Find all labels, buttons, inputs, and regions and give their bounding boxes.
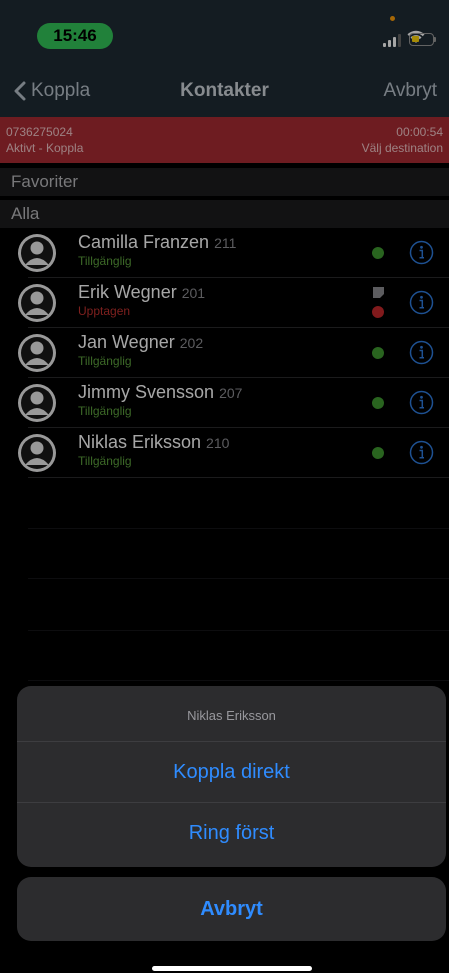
cancel-button[interactable]: Avbryt [17, 877, 446, 941]
action-sheet-title: Niklas Eriksson [187, 708, 276, 723]
call-first-button[interactable]: Ring först [17, 803, 446, 863]
action-sheet: Niklas Eriksson Koppla direkt Ring först [17, 686, 446, 867]
home-indicator[interactable] [152, 966, 312, 971]
transfer-direct-button[interactable]: Koppla direkt [17, 742, 446, 802]
